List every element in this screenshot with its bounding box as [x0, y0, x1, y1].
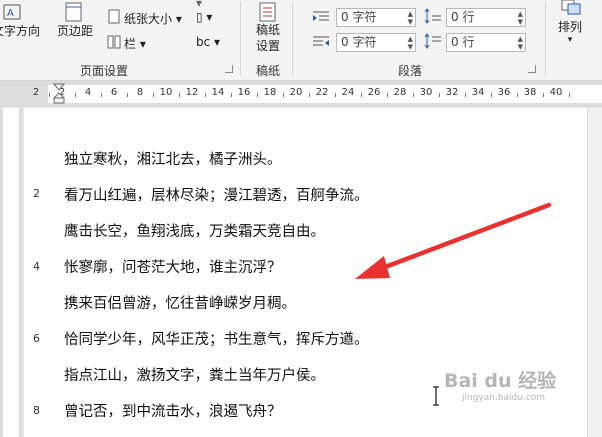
annotation-arrow: [355, 202, 552, 279]
